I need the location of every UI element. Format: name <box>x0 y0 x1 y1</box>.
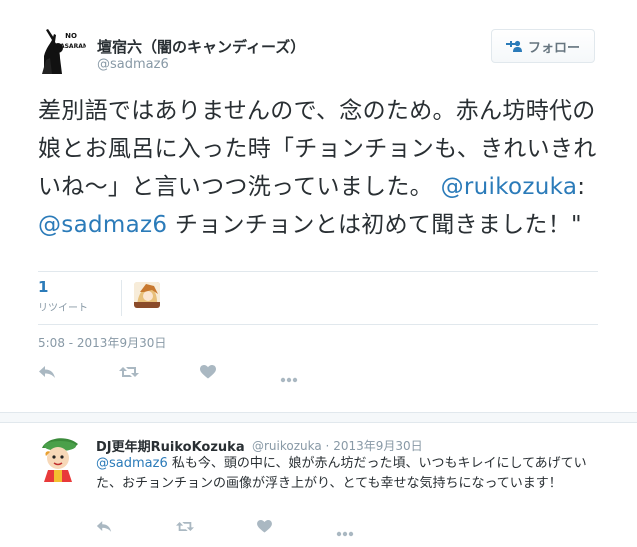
stats-divider <box>121 280 122 316</box>
main-tweet: NO PASARAN 壇宿六（闇のキャンディーズ） @sadmaz6 フォロー … <box>0 0 637 410</box>
author-handle[interactable]: @sadmaz6 <box>97 57 169 72</box>
reply-meta: @ruikozuka · 2013年9月30日 <box>252 437 423 454</box>
retweet-label[interactable]: リツイート <box>38 299 88 314</box>
reply-avatar-image <box>36 434 84 482</box>
retweet-count[interactable]: 1 <box>38 278 48 296</box>
heart-icon[interactable] <box>200 364 216 383</box>
reply-author-name[interactable]: DJ更年期RuikoKozuka <box>96 436 245 455</box>
avatar-text-no: NO <box>65 32 77 40</box>
avatar-text-pasaran: PASARAN <box>56 43 86 50</box>
reply-mention-link[interactable]: @sadmaz6 <box>96 456 168 471</box>
tweet-text: 差別語ではありませんので、念のため。赤ん坊時代の娘とお風呂に入った時「チョンチョ… <box>38 92 598 244</box>
author-name[interactable]: 壇宿六（闇のキャンディーズ） <box>97 36 305 57</box>
reply-text-body: 私も今、頭の中に、娘が赤ん坊だった頃、いつもキレイにしてあげていた、おチョンチョ… <box>96 456 587 491</box>
reply-date-sep: · <box>321 439 334 453</box>
follow-label: フォロー <box>527 40 580 56</box>
reply-date[interactable]: 2013年9月30日 <box>333 439 422 453</box>
reply-icon[interactable] <box>96 518 112 537</box>
reply-icon[interactable] <box>38 364 56 383</box>
tweet-timestamp[interactable]: 5:08 - 2013年9月30日 <box>38 334 166 351</box>
retweeter-image <box>134 282 160 308</box>
retweet-icon[interactable] <box>119 364 139 383</box>
avatar-image: NO PASARAN <box>38 26 86 74</box>
tweet-text-tail: チョンチョンとは初めて聞きました！" <box>167 212 582 238</box>
author-avatar[interactable]: NO PASARAN <box>38 26 86 74</box>
mention-link[interactable]: @sadmaz6 <box>38 212 167 238</box>
tweet-text-sep: : <box>577 174 586 200</box>
reply-actions <box>0 518 637 538</box>
retweeter-avatar[interactable] <box>134 282 160 308</box>
retweet-icon[interactable] <box>176 518 194 537</box>
add-user-icon <box>505 40 522 52</box>
tweet-stats: 1 リツイート <box>38 271 598 325</box>
mention-link[interactable]: @ruikozuka <box>441 174 578 200</box>
heart-icon[interactable] <box>257 518 272 537</box>
reply-text: @sadmaz6 私も今、頭の中に、娘が赤ん坊だった頃、いつもキレイにしてあげて… <box>96 454 612 494</box>
tweet-actions <box>0 364 637 384</box>
more-icon[interactable] <box>280 368 298 387</box>
reply-tweet: DJ更年期RuikoKozuka @ruikozuka · 2013年9月30日… <box>0 422 637 547</box>
reply-author-handle[interactable]: @ruikozuka <box>252 439 322 453</box>
more-icon[interactable] <box>336 522 354 541</box>
follow-button[interactable]: フォロー <box>491 29 595 63</box>
reply-avatar[interactable] <box>36 434 84 482</box>
